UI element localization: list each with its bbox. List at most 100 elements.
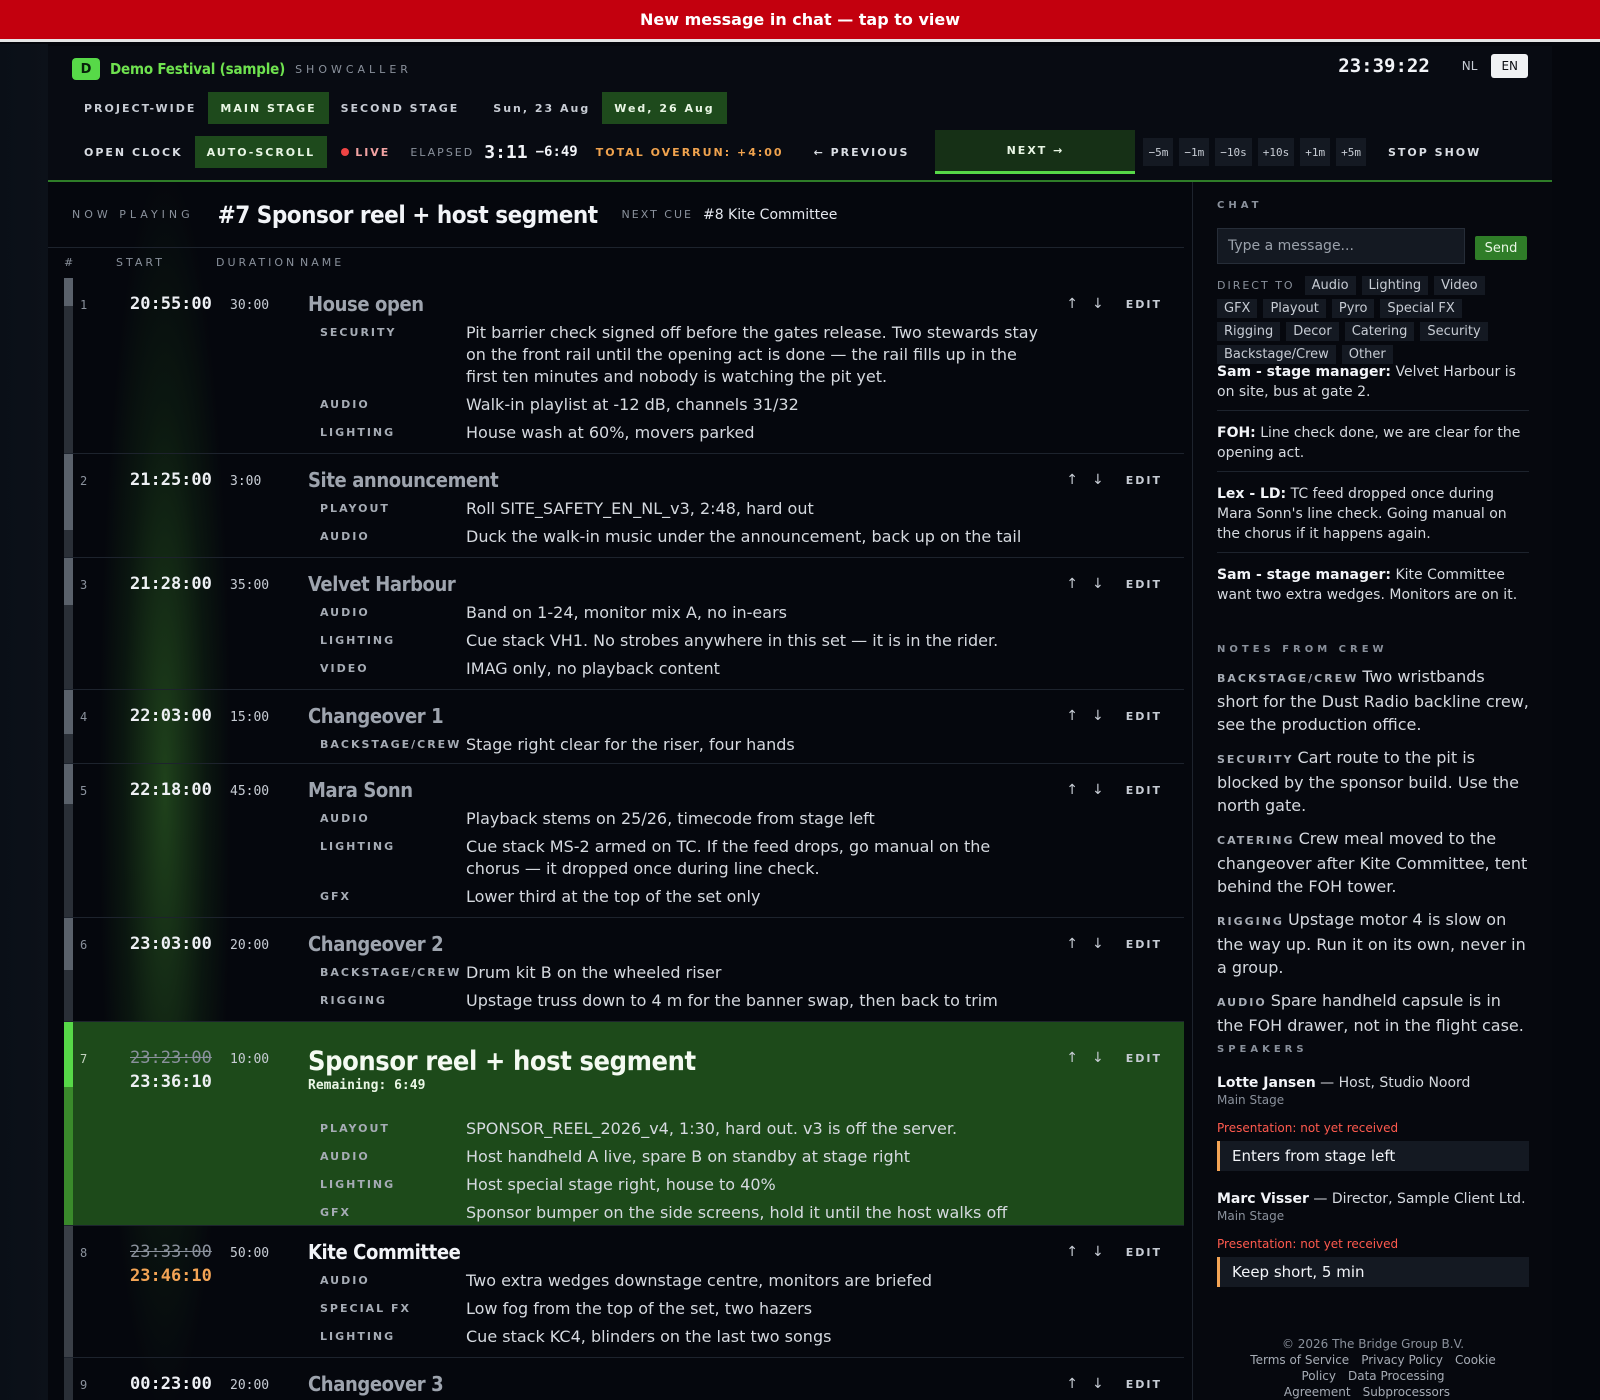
note-text: Host special stage right, house to 40% — [466, 1175, 776, 1194]
move-up-icon[interactable]: ↑ — [1066, 472, 1078, 488]
edit-cue-button[interactable]: EDIT — [1126, 1246, 1162, 1259]
direct-to-chip[interactable]: Catering — [1344, 322, 1415, 341]
cue-start-time: 22:18:00 — [130, 780, 212, 800]
nudge-minus-5m-button[interactable]: −5m — [1143, 138, 1174, 166]
cue-row[interactable]: 6 23:03:00 20:00 Changeover 2 ↑ ↓ EDIT BACKSTAG… — [64, 918, 1184, 1022]
edit-cue-button[interactable]: EDIT — [1126, 578, 1162, 591]
move-up-icon[interactable]: ↑ — [1066, 576, 1078, 592]
move-down-icon[interactable]: ↓ — [1092, 708, 1104, 724]
footer-link[interactable]: Terms of Service — [1250, 1353, 1349, 1367]
move-down-icon[interactable]: ↓ — [1092, 472, 1104, 488]
edit-cue-button[interactable]: EDIT — [1126, 1378, 1162, 1391]
footer-link[interactable]: Privacy Policy — [1361, 1353, 1443, 1367]
chat-messages[interactable]: Sam - stage manager: Velvet Harbour is o… — [1217, 358, 1529, 610]
move-down-icon[interactable]: ↓ — [1092, 1376, 1104, 1392]
nudge-plus-5m-button[interactable]: +5m — [1336, 138, 1366, 166]
move-down-icon[interactable]: ↓ — [1092, 576, 1104, 592]
nudge-minus-10s-button[interactable]: −10s — [1215, 138, 1252, 166]
edit-cue-button[interactable]: EDIT — [1126, 938, 1162, 951]
note-department: AUDIO — [320, 398, 370, 411]
cue-name[interactable]: Site announcement — [308, 468, 499, 492]
move-up-icon[interactable]: ↑ — [1066, 1050, 1078, 1066]
edit-cue-button[interactable]: EDIT — [1126, 784, 1162, 797]
cue-row[interactable]: 8 23:33:00 23:46:10 50:00 Kite Committee ↑ ↓ ED… — [64, 1226, 1184, 1358]
cue-row[interactable]: 2 21:25:00 3:00 Site announcement ↑ ↓ EDIT PLAY… — [64, 454, 1184, 558]
move-up-icon[interactable]: ↑ — [1066, 296, 1078, 312]
cue-name[interactable]: House open — [308, 292, 424, 316]
direct-to-chip[interactable]: Security — [1420, 322, 1488, 341]
note-text: Cue stack MS-2 armed on TC. If the feed … — [466, 837, 991, 878]
speaker-card[interactable]: Marc Visser — Director, Sample Client Lt… — [1217, 1191, 1529, 1287]
cue-progress-fill — [64, 454, 73, 531]
move-up-icon[interactable]: ↑ — [1066, 782, 1078, 798]
direct-to-chip[interactable]: Pyro — [1331, 299, 1375, 318]
cue-start-time: 00:23:00 — [130, 1374, 212, 1394]
direct-to-chip[interactable]: GFX — [1217, 299, 1258, 318]
cue-name[interactable]: Mara Sonn — [308, 778, 413, 802]
cue-start-time: 23:33:00 23:46:10 — [130, 1242, 212, 1286]
stop-show-button[interactable]: STOP SHOW — [1376, 136, 1493, 168]
cue-row[interactable]: 1 20:55:00 30:00 House open ↑ ↓ EDIT SECURITY Pi… — [64, 278, 1184, 454]
note-text: Low fog from the top of the set, two haz… — [466, 1299, 813, 1318]
cue-name[interactable]: Sponsor reel + host segment — [308, 1046, 696, 1077]
direct-to-chip[interactable]: Decor — [1286, 322, 1339, 341]
nudge-plus-1m-button[interactable]: +1m — [1300, 138, 1331, 166]
move-down-icon[interactable]: ↓ — [1092, 1244, 1104, 1260]
cue-name[interactable]: Changeover 1 — [308, 704, 444, 728]
send-button[interactable]: Send — [1475, 236, 1527, 260]
cue-row[interactable]: 5 22:18:00 45:00 Mara Sonn ↑ ↓ EDIT AUDIO Playba… — [64, 764, 1184, 918]
cue-row[interactable]: 4 22:03:00 15:00 Changeover 1 ↑ ↓ EDIT BACKSTAG… — [64, 690, 1184, 764]
cue-name[interactable]: Velvet Harbour — [308, 572, 456, 596]
cue-name[interactable]: Changeover 3 — [308, 1372, 444, 1396]
language-nl[interactable]: NL — [1452, 54, 1488, 78]
tab-project-wide[interactable]: PROJECT-WIDE — [72, 92, 208, 124]
tab-second-stage[interactable]: SECOND STAGE — [329, 92, 472, 124]
cue-row[interactable]: 9 00:23:00 20:00 Changeover 3 ↑ ↓ EDIT — [64, 1358, 1184, 1400]
crew-note-department: AUDIO — [1217, 996, 1267, 1009]
edit-cue-button[interactable]: EDIT — [1126, 474, 1162, 487]
move-up-icon[interactable]: ↑ — [1066, 936, 1078, 952]
open-clock-button[interactable]: OPEN CLOCK — [72, 136, 195, 168]
direct-to-chip[interactable]: Lighting — [1361, 276, 1429, 295]
move-down-icon[interactable]: ↓ — [1092, 936, 1104, 952]
chat-message-input[interactable]: Type a message... — [1217, 228, 1465, 264]
nudge-plus-10s-button[interactable]: +10s — [1257, 138, 1295, 166]
cue-progress-bar — [64, 764, 73, 917]
tab-day-sun-23-aug[interactable]: Sun, 23 Aug — [481, 92, 602, 124]
cue-row[interactable]: 7 23:23:00 23:36:10 10:00 Sponsor reel + hos… — [64, 1022, 1184, 1226]
move-up-icon[interactable]: ↑ — [1066, 1376, 1078, 1392]
direct-to-chip[interactable]: Playout — [1263, 299, 1326, 318]
nudge-minus-1m-button[interactable]: −1m — [1179, 138, 1210, 166]
move-up-icon[interactable]: ↑ — [1066, 708, 1078, 724]
auto-scroll-toggle[interactable]: AUTO-SCROLL — [194, 136, 328, 168]
direct-to-chip[interactable]: Video — [1434, 276, 1485, 295]
tab-day-wed-26-aug[interactable]: Wed, 26 Aug — [602, 92, 727, 124]
cue-row[interactable]: 3 21:28:00 35:00 Velvet Harbour ↑ ↓ EDIT AUDIO B… — [64, 558, 1184, 690]
project-name[interactable]: Demo Festival (sample) — [110, 60, 285, 78]
move-down-icon[interactable]: ↓ — [1092, 296, 1104, 312]
direct-to-chip[interactable]: Audio — [1304, 276, 1356, 295]
chat-author: Lex - LD: — [1217, 486, 1287, 502]
move-up-icon[interactable]: ↑ — [1066, 1244, 1078, 1260]
direct-to-chip[interactable]: Special FX — [1380, 299, 1462, 318]
speaker-card[interactable]: Lotte Jansen — Host, Studio Noord Main St… — [1217, 1075, 1529, 1171]
chat-author: Sam - stage manager: — [1217, 364, 1392, 380]
move-down-icon[interactable]: ↓ — [1092, 782, 1104, 798]
crew-notes-heading: NOTES FROM CREW — [1217, 644, 1388, 655]
direct-to-chip[interactable]: Rigging — [1217, 322, 1281, 341]
edit-cue-button[interactable]: EDIT — [1126, 298, 1162, 311]
tab-main-stage[interactable]: MAIN STAGE — [208, 92, 329, 124]
language-en[interactable]: EN — [1491, 54, 1528, 78]
cue-name[interactable]: Changeover 2 — [308, 932, 444, 956]
edit-cue-button[interactable]: EDIT — [1126, 1052, 1162, 1065]
cue-progress-fill — [64, 558, 73, 606]
footer-link[interactable]: Subprocessors — [1363, 1385, 1450, 1399]
next-button[interactable]: NEXT → — [935, 130, 1136, 174]
cue-name[interactable]: Kite Committee — [308, 1240, 461, 1264]
previous-button[interactable]: ← PREVIOUS — [802, 136, 922, 168]
chat-notification-banner[interactable]: New message in chat — tap to view — [0, 0, 1600, 42]
edit-cue-button[interactable]: EDIT — [1126, 710, 1162, 723]
cue-note: VIDEO IMAG only, no playback content — [320, 658, 1040, 680]
move-down-icon[interactable]: ↓ — [1092, 1050, 1104, 1066]
note-department: LIGHTING — [320, 426, 396, 439]
